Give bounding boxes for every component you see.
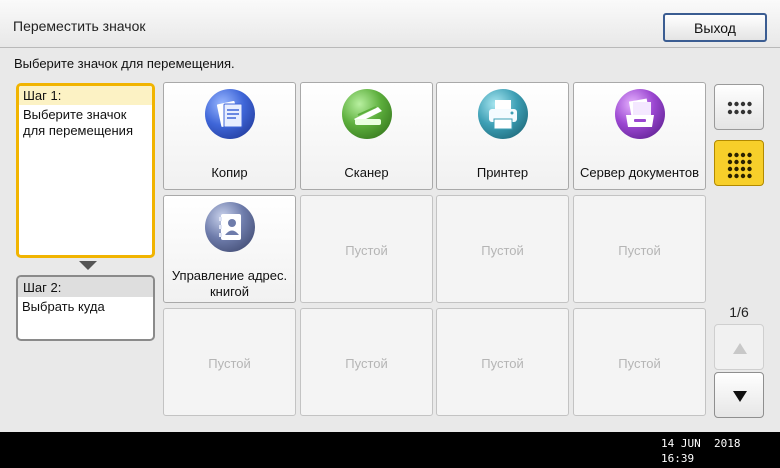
tile-empty[interactable]: Пустой bbox=[436, 195, 569, 303]
screen: Переместить значок Выход Выберите значок… bbox=[0, 0, 780, 432]
copier-icon bbox=[205, 89, 255, 139]
tile-empty-label: Пустой bbox=[208, 356, 251, 371]
tile-scanner-label: Сканер bbox=[344, 165, 389, 180]
tile-document-server-label: Сервер документов bbox=[580, 165, 699, 180]
tile-copier-label: Копир bbox=[211, 165, 248, 180]
tile-empty[interactable]: Пустой bbox=[573, 195, 706, 303]
step-2-label: Шаг 2: bbox=[18, 277, 153, 297]
tile-scanner[interactable]: Сканер bbox=[300, 82, 433, 190]
page-down-button[interactable] bbox=[714, 372, 764, 418]
tile-empty[interactable]: Пустой bbox=[300, 308, 433, 416]
small-icon-view-button[interactable] bbox=[714, 84, 764, 130]
small-grid-icon bbox=[727, 101, 752, 115]
tile-empty[interactable]: Пустой bbox=[436, 308, 569, 416]
exit-button[interactable]: Выход bbox=[663, 13, 767, 42]
page-indicator: 1/6 bbox=[729, 304, 749, 320]
tile-copier[interactable]: Копир bbox=[163, 82, 296, 190]
tile-empty-label: Пустой bbox=[618, 243, 661, 258]
page-up-button[interactable] bbox=[714, 324, 764, 370]
large-icon-view-button[interactable] bbox=[714, 140, 764, 186]
address-book-icon bbox=[205, 202, 255, 252]
title-bar: Переместить значок Выход bbox=[0, 0, 780, 48]
status-date: 14 JUN 2018 bbox=[661, 437, 741, 450]
tile-printer-label: Принтер bbox=[476, 165, 529, 180]
icon-grid: Копир Сканер Принтер Сервер документов У… bbox=[163, 82, 707, 416]
tile-empty[interactable]: Пустой bbox=[163, 308, 296, 416]
tile-empty-label: Пустой bbox=[618, 356, 661, 371]
tile-empty-label: Пустой bbox=[481, 243, 524, 258]
tile-empty[interactable]: Пустой bbox=[300, 195, 433, 303]
step-2-panel: Шаг 2: Выбрать куда bbox=[16, 275, 155, 341]
instruction-text: Выберите значок для перемещения. bbox=[14, 56, 235, 71]
step-arrow-icon bbox=[79, 261, 97, 270]
scanner-icon bbox=[342, 89, 392, 139]
step-2-text: Выбрать куда bbox=[22, 299, 105, 314]
tile-empty-label: Пустой bbox=[345, 356, 388, 371]
printer-icon bbox=[478, 89, 528, 139]
arrow-down-icon bbox=[733, 391, 747, 402]
status-time: 16:39 bbox=[661, 452, 695, 465]
step-1-text: Выберите значок для перемещения bbox=[23, 107, 133, 138]
document-server-icon bbox=[615, 89, 665, 139]
tile-empty-label: Пустой bbox=[345, 243, 388, 258]
step-1-panel: Шаг 1: Выберите значок для перемещения bbox=[16, 83, 155, 258]
large-grid-icon bbox=[727, 152, 752, 179]
tile-empty-label: Пустой bbox=[481, 356, 524, 371]
arrow-up-icon bbox=[733, 343, 747, 354]
step-1-label: Шаг 1: bbox=[19, 86, 152, 105]
tile-document-server[interactable]: Сервер документов bbox=[573, 82, 706, 190]
tile-address-book[interactable]: Управление адрес. книгой bbox=[163, 195, 296, 303]
page-title: Переместить значок bbox=[13, 18, 146, 34]
tile-empty[interactable]: Пустой bbox=[573, 308, 706, 416]
tile-address-book-label: Управление адрес. книгой bbox=[171, 268, 288, 299]
tile-printer[interactable]: Принтер bbox=[436, 82, 569, 190]
